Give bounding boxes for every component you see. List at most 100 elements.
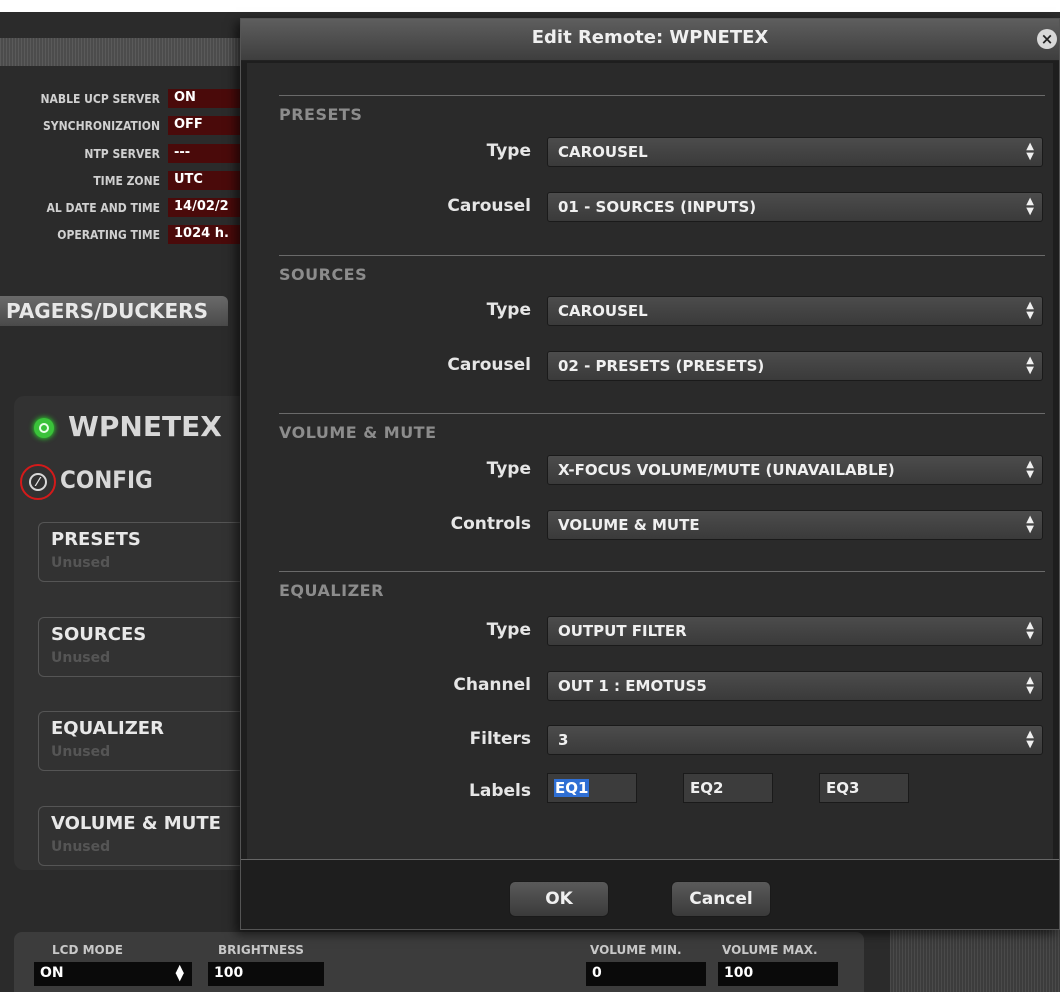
group-divider bbox=[279, 571, 1045, 572]
header-strip bbox=[0, 38, 250, 66]
info-row-time-zone: TIME ZONE UTC bbox=[0, 171, 250, 191]
right-strip bbox=[890, 930, 1060, 992]
sources-carousel-select[interactable]: 02 - PRESETS (PRESETS) ▲ ▼ bbox=[547, 351, 1043, 381]
section-status: Unused bbox=[51, 744, 111, 760]
ok-button[interactable]: OK bbox=[509, 881, 609, 917]
power-icon[interactable] bbox=[34, 418, 54, 438]
eq-label-value: EQ1 bbox=[554, 779, 590, 797]
dialog-content: PRESETS Type CAROUSEL ▲ ▼ Carousel 01 - S… bbox=[247, 63, 1053, 859]
info-label: SYNCHRONIZATION bbox=[43, 119, 160, 133]
eq-labels-label: Labels bbox=[469, 781, 531, 801]
select-value: 01 - SOURCES (INPUTS) bbox=[558, 198, 757, 216]
volume-max-label: VOLUME MAX. bbox=[722, 943, 818, 957]
section-title: PRESETS bbox=[51, 529, 141, 550]
sources-type-select[interactable]: CAROUSEL ▲ ▼ bbox=[547, 296, 1043, 326]
select-arrows-icon: ▲ ▼ bbox=[1026, 196, 1034, 217]
cancel-button[interactable]: Cancel bbox=[671, 881, 771, 917]
info-row-ntp-server: NTP SERVER --- bbox=[0, 144, 250, 164]
select-arrows-icon: ▲ ▼ bbox=[1026, 141, 1034, 162]
select-arrows-icon: ▲ ▼ bbox=[1026, 300, 1034, 321]
info-value[interactable]: ON bbox=[168, 89, 250, 108]
select-arrows-icon: ▲ ▼ bbox=[1026, 675, 1034, 696]
info-row-ucp-server: NABLE UCP SERVER ON bbox=[0, 89, 250, 109]
eq-filters-select[interactable]: 3 ▲ ▼ bbox=[547, 725, 1043, 755]
volume-controls-label: Controls bbox=[450, 514, 531, 534]
footer-divider bbox=[241, 859, 1059, 860]
info-label: AL DATE AND TIME bbox=[46, 201, 161, 215]
info-row-operating-time: OPERATING TIME 1024 h. bbox=[0, 225, 250, 245]
volume-type-label: Type bbox=[486, 459, 531, 479]
select-value: VOLUME & MUTE bbox=[558, 516, 700, 534]
section-volume-mute[interactable]: VOLUME & MUTE Unused bbox=[38, 806, 250, 866]
eq-label-input-2[interactable]: EQ2 bbox=[683, 773, 773, 803]
section-sources[interactable]: SOURCES Unused bbox=[38, 617, 250, 677]
info-label: TIME ZONE bbox=[93, 174, 160, 188]
eq-label-input-1[interactable]: EQ1 bbox=[547, 773, 637, 803]
section-equalizer[interactable]: EQUALIZER Unused bbox=[38, 711, 250, 771]
section-status: Unused bbox=[51, 650, 111, 666]
group-title-sources: SOURCES bbox=[279, 265, 368, 284]
volume-min-label: VOLUME MIN. bbox=[590, 943, 682, 957]
info-label: NTP SERVER bbox=[84, 147, 160, 161]
device-header: WPNETEX bbox=[34, 408, 254, 448]
select-value: 02 - PRESETS (PRESETS) bbox=[558, 357, 765, 375]
dialog-title: Edit Remote: WPNETEX bbox=[531, 27, 769, 48]
brightness-input[interactable]: 100 bbox=[208, 962, 324, 986]
section-title: EQUALIZER bbox=[51, 718, 164, 739]
dialog-title-bar[interactable]: Edit Remote: WPNETEX × bbox=[241, 19, 1059, 61]
select-value: OUT 1 : EMOTUS5 bbox=[558, 677, 707, 695]
select-arrows-icon: ▲ ▼ bbox=[1026, 459, 1034, 480]
wrench-icon[interactable]: ⁄ bbox=[20, 464, 56, 500]
config-label: CONFIG bbox=[60, 466, 153, 494]
group-title-presets: PRESETS bbox=[279, 105, 363, 124]
volume-max-input[interactable]: 100 bbox=[718, 962, 838, 986]
info-row-synchronization: SYNCHRONIZATION OFF bbox=[0, 116, 250, 136]
presets-type-label: Type bbox=[486, 141, 531, 161]
info-value[interactable]: UTC bbox=[168, 171, 250, 190]
group-title-volume: VOLUME & MUTE bbox=[279, 423, 437, 442]
section-presets[interactable]: PRESETS Unused bbox=[38, 522, 250, 582]
device-name: WPNETEX bbox=[68, 410, 222, 443]
eq-label-input-3[interactable]: EQ3 bbox=[819, 773, 909, 803]
info-label: NABLE UCP SERVER bbox=[40, 92, 161, 106]
lcd-mode-select[interactable]: ON ▲ ▼ bbox=[34, 962, 192, 986]
select-value: CAROUSEL bbox=[558, 302, 648, 320]
eq-label-value: EQ2 bbox=[690, 779, 724, 797]
section-status: Unused bbox=[51, 555, 111, 571]
select-arrows-icon: ▲ ▼ bbox=[1026, 729, 1034, 750]
eq-type-select[interactable]: OUTPUT FILTER ▲ ▼ bbox=[547, 616, 1043, 646]
group-divider bbox=[279, 413, 1045, 414]
section-title: VOLUME & MUTE bbox=[51, 813, 221, 834]
brightness-label: BRIGHTNESS bbox=[218, 943, 304, 957]
select-arrows-icon: ▲ ▼ bbox=[1026, 355, 1034, 376]
sources-carousel-label: Carousel bbox=[447, 355, 531, 375]
volume-type-select[interactable]: X-FOCUS VOLUME/MUTE (UNAVAILABLE) ▲ ▼ bbox=[547, 455, 1043, 485]
info-value[interactable]: OFF bbox=[168, 116, 250, 135]
info-label: OPERATING TIME bbox=[57, 228, 160, 242]
select-arrows-icon: ▲ ▼ bbox=[175, 962, 184, 983]
info-value[interactable]: 14/02/2 bbox=[168, 198, 250, 217]
section-status: Unused bbox=[51, 839, 111, 855]
select-arrows-icon: ▲ ▼ bbox=[1026, 514, 1034, 535]
eq-label-value: EQ3 bbox=[826, 779, 860, 797]
select-value: X-FOCUS VOLUME/MUTE (UNAVAILABLE) bbox=[558, 461, 895, 479]
section-title: SOURCES bbox=[51, 624, 147, 645]
presets-type-select[interactable]: CAROUSEL ▲ ▼ bbox=[547, 137, 1043, 167]
select-value: 3 bbox=[558, 731, 569, 749]
eq-channel-select[interactable]: OUT 1 : EMOTUS5 ▲ ▼ bbox=[547, 671, 1043, 701]
close-icon[interactable]: × bbox=[1037, 29, 1057, 49]
lcd-mode-label: LCD MODE bbox=[52, 943, 123, 957]
volume-min-input[interactable]: 0 bbox=[586, 962, 706, 986]
group-divider bbox=[279, 95, 1045, 96]
presets-carousel-select[interactable]: 01 - SOURCES (INPUTS) ▲ ▼ bbox=[547, 192, 1043, 222]
tab-pagers-duckers[interactable]: PAGERS/DUCKERS bbox=[0, 296, 228, 326]
presets-carousel-label: Carousel bbox=[447, 196, 531, 216]
group-divider bbox=[279, 255, 1045, 256]
eq-filters-label: Filters bbox=[469, 729, 531, 749]
info-value[interactable]: --- bbox=[168, 144, 250, 163]
volume-controls-select[interactable]: VOLUME & MUTE ▲ ▼ bbox=[547, 510, 1043, 540]
config-header: ⁄ CONFIG bbox=[20, 462, 240, 502]
select-value: CAROUSEL bbox=[558, 143, 648, 161]
select-arrows-icon: ▲ ▼ bbox=[1026, 620, 1034, 641]
info-row-date-time: AL DATE AND TIME 14/02/2 bbox=[0, 198, 250, 218]
